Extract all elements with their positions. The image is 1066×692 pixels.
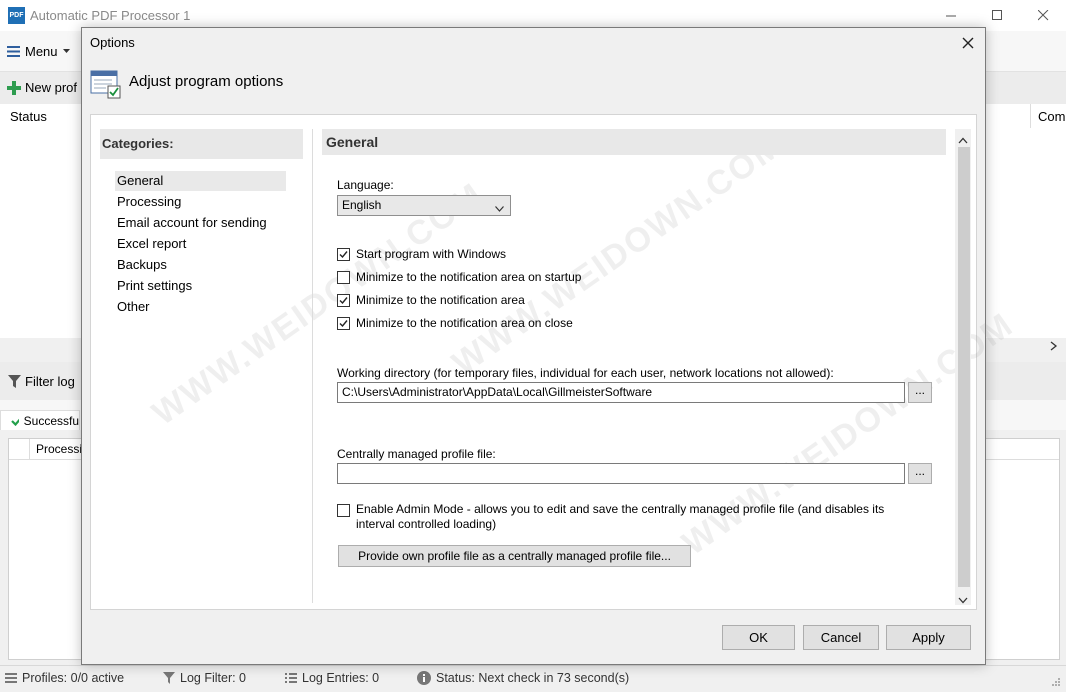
- funnel-icon: [8, 375, 21, 388]
- filter-log-label: Filter log: [25, 374, 75, 389]
- close-icon: [962, 37, 974, 49]
- profiles-status-text: Profiles: 0/0 active: [22, 671, 125, 685]
- options-dialog: Options Adjust program options WWW.WEIDO…: [81, 27, 1020, 665]
- column-divider: [29, 439, 30, 459]
- admin-mode-checkbox[interactable]: Enable Admin Mode - allows you to edit a…: [337, 502, 884, 532]
- column-divider: [1030, 104, 1031, 128]
- next-check-status-text: Status: Next check in 73 second(s): [436, 671, 630, 685]
- checkmark-icon: [11, 418, 19, 426]
- checkbox-checked-icon[interactable]: [337, 316, 350, 330]
- maximize-icon: [991, 10, 1002, 20]
- options-window-icon: [90, 70, 122, 103]
- list-icon: [285, 673, 297, 683]
- log-filter-status-text: Log Filter: 0: [180, 671, 247, 685]
- central-profile-input[interactable]: [337, 463, 905, 484]
- minimize-on-close-checkbox[interactable]: Minimize to the notification area on clo…: [337, 316, 573, 330]
- language-select[interactable]: English: [337, 195, 511, 216]
- chevron-down-icon[interactable]: [495, 201, 504, 215]
- panel-divider: [312, 129, 313, 603]
- log-entries-status: Log Entries: 0: [285, 671, 379, 685]
- filter-log-button[interactable]: Filter log: [8, 374, 75, 389]
- successful-log-tab[interactable]: Successfu: [0, 410, 80, 430]
- checkbox-checked-icon[interactable]: [337, 293, 350, 307]
- status-column-header[interactable]: Status: [10, 109, 47, 124]
- checkbox-label: Minimize to the notification area on sta…: [356, 270, 582, 284]
- info-icon: [417, 671, 431, 685]
- close-icon: [1037, 10, 1048, 21]
- minimize-to-tray-checkbox[interactable]: Minimize to the notification area: [337, 293, 525, 307]
- scroll-right-icon[interactable]: [1050, 340, 1058, 354]
- checkbox-label: Minimize to the notification area: [356, 293, 525, 307]
- working-directory-label: Working directory (for temporary files, …: [337, 366, 834, 380]
- working-directory-value: C:\Users\Administrator\AppData\Local\Gil…: [342, 385, 653, 399]
- profiles-status: Profiles: 0/0 active: [5, 671, 124, 685]
- checkbox-unchecked-icon[interactable]: [337, 270, 350, 284]
- checkbox-checked-icon[interactable]: [337, 247, 350, 261]
- app-logo-icon: PDF: [8, 7, 25, 24]
- ok-button[interactable]: OK: [722, 625, 795, 650]
- funnel-icon: [163, 672, 175, 684]
- category-processing[interactable]: Processing: [115, 192, 286, 212]
- checkbox-unchecked-icon[interactable]: [337, 504, 350, 517]
- category-backups[interactable]: Backups: [115, 255, 286, 275]
- dialog-header-title: Adjust program options: [129, 73, 284, 90]
- category-general[interactable]: General: [115, 171, 286, 191]
- provide-profile-button[interactable]: Provide own profile file as a centrally …: [338, 545, 691, 567]
- minimize-icon: [945, 15, 956, 17]
- scroll-down-icon[interactable]: [958, 593, 968, 607]
- log-entries-status-text: Log Entries: 0: [302, 671, 380, 685]
- next-check-status: Status: Next check in 73 second(s): [417, 671, 629, 685]
- resize-grip-icon[interactable]: [1050, 676, 1062, 691]
- dialog-close-button[interactable]: [954, 30, 982, 56]
- category-excel-report[interactable]: Excel report: [115, 234, 286, 254]
- menu-label: Menu: [25, 44, 58, 59]
- profiles-list-icon: [5, 673, 17, 683]
- central-profile-browse-button[interactable]: ...: [908, 463, 932, 484]
- new-profile-label: New prof: [25, 80, 78, 95]
- categories-header: Categories:: [100, 129, 303, 159]
- language-label: Language:: [337, 178, 394, 192]
- language-value: English: [342, 198, 382, 212]
- cancel-button[interactable]: Cancel: [803, 625, 879, 650]
- status-bar: Profiles: 0/0 active Log Filter: 0 Log E…: [0, 665, 1066, 692]
- category-other[interactable]: Other: [115, 297, 286, 317]
- menu-button[interactable]: Menu: [7, 44, 70, 59]
- new-profile-button[interactable]: New prof: [7, 80, 77, 95]
- admin-mode-label: Enable Admin Mode - allows you to edit a…: [356, 502, 884, 532]
- working-directory-browse-button[interactable]: ...: [908, 382, 932, 403]
- minimize-on-startup-checkbox[interactable]: Minimize to the notification area on sta…: [337, 270, 581, 284]
- start-with-windows-checkbox[interactable]: Start program with Windows: [337, 247, 506, 261]
- central-profile-label: Centrally managed profile file:: [337, 447, 496, 461]
- admin-mode-label-line1: Enable Admin Mode - allows you to edit a…: [356, 502, 885, 516]
- category-email-account[interactable]: Email account for sending: [115, 213, 286, 233]
- apply-button[interactable]: Apply: [886, 625, 971, 650]
- scrollbar-thumb[interactable]: [958, 147, 970, 587]
- plus-icon: [7, 80, 21, 95]
- main-window-title: Automatic PDF Processor 1: [30, 8, 191, 23]
- checkbox-label: Minimize to the notification area on clo…: [356, 316, 573, 330]
- checkbox-label: Start program with Windows: [356, 247, 507, 261]
- admin-mode-label-line2: interval controlled loading): [356, 517, 497, 531]
- main-close-button[interactable]: [1020, 0, 1066, 31]
- chevron-down-icon: [62, 49, 70, 53]
- log-filter-status: Log Filter: 0: [163, 671, 246, 685]
- scroll-up-icon[interactable]: [958, 133, 968, 147]
- category-print-settings[interactable]: Print settings: [115, 276, 286, 296]
- dialog-title: Options: [90, 35, 135, 50]
- section-title: General: [322, 129, 946, 155]
- options-panel: WWW.WEIDOWN.COM WWW.WEIDOWN.COM WWW.WEID…: [90, 114, 1020, 610]
- comment-column-header[interactable]: Com: [1038, 109, 1065, 124]
- successful-tab-label: Successfu: [23, 413, 79, 428]
- working-directory-input[interactable]: C:\Users\Administrator\AppData\Local\Gil…: [337, 382, 905, 403]
- hamburger-icon: [7, 46, 20, 57]
